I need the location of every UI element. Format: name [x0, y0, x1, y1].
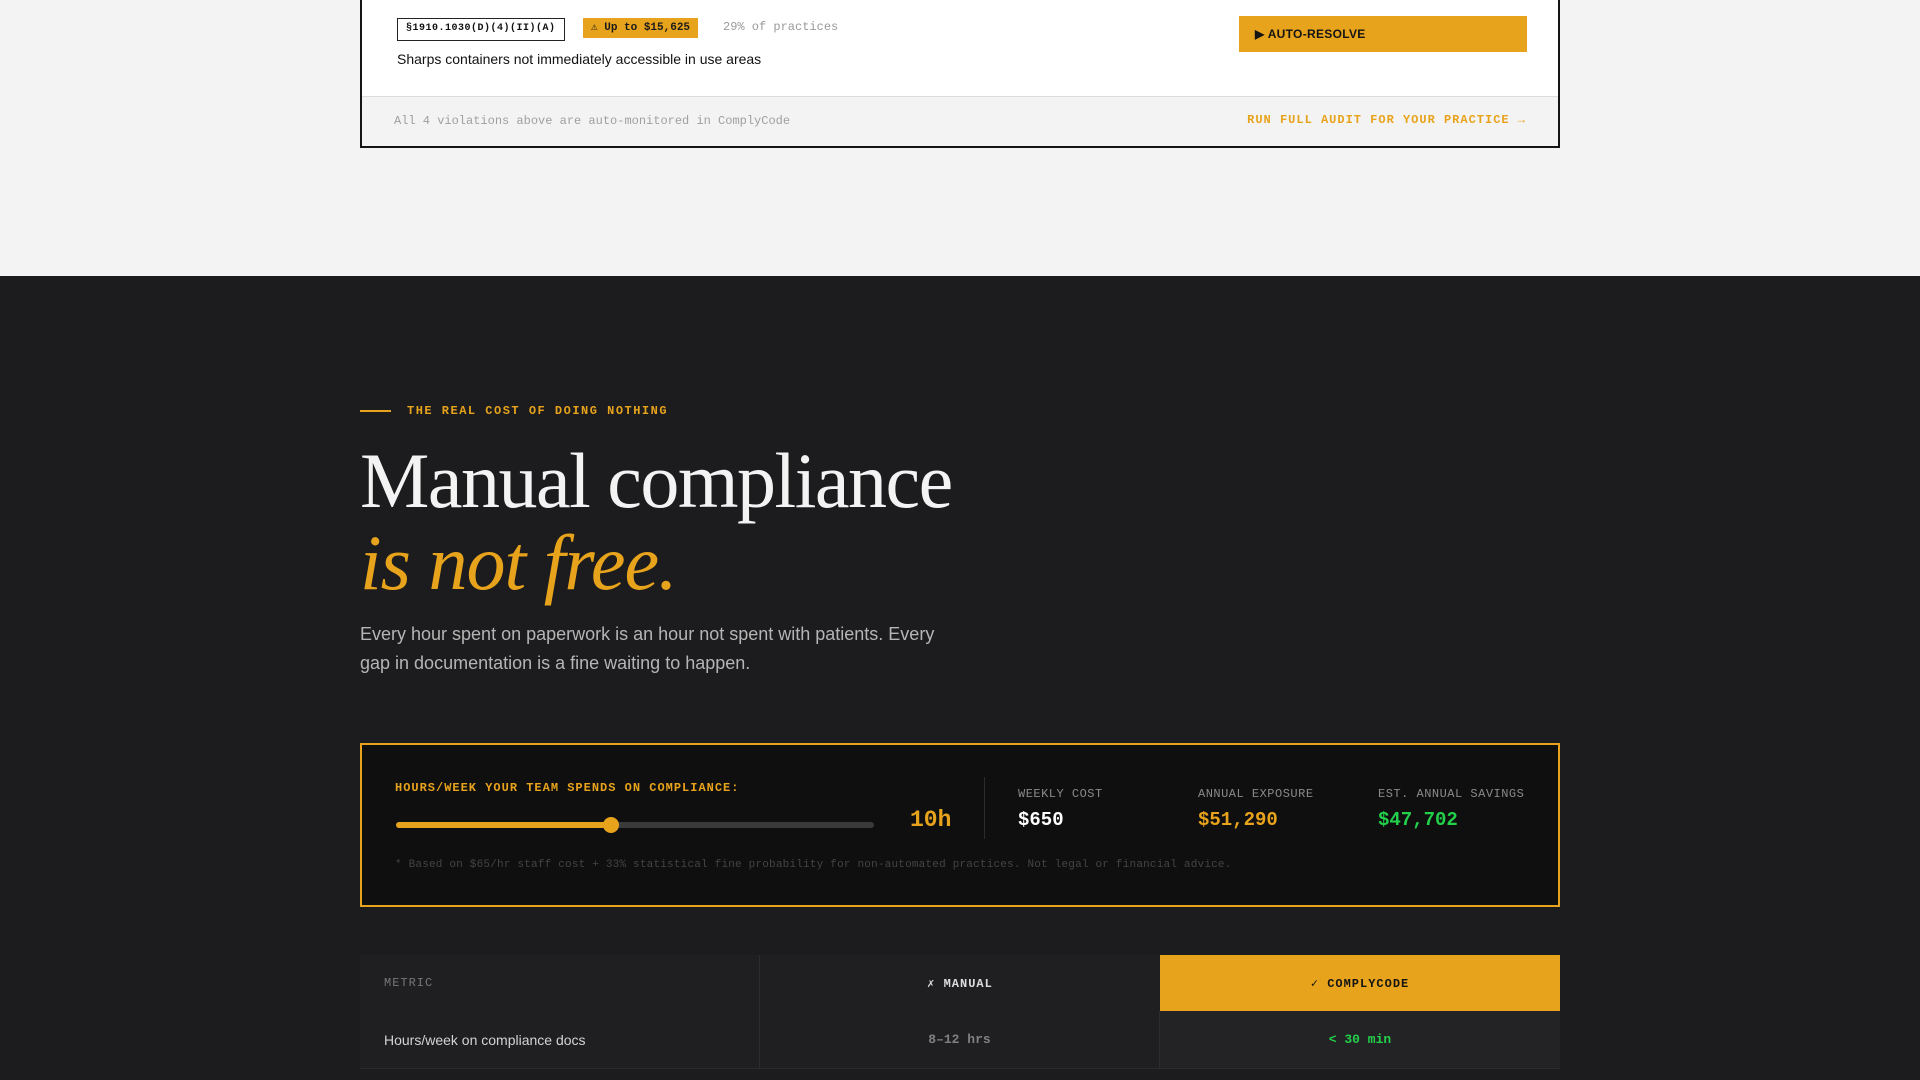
- hours-slider[interactable]: [396, 817, 874, 833]
- row-metric: Hours/week on compliance docs: [360, 1011, 760, 1068]
- eyebrow-divider: [360, 410, 391, 412]
- hours-value: 10h: [910, 807, 952, 833]
- hours-slider-label: HOURS/WEEK YOUR TEAM SPENDS ON COMPLIANC…: [395, 781, 740, 795]
- comparison-table: METRIC ✗ MANUAL ✓ COMPLYCODE Hours/week …: [360, 955, 1560, 1069]
- violation-description: Sharps containers not immediately access…: [397, 51, 762, 67]
- violations-section: §1910.1030(D)(4)(II)(A) ⚠ Up to $15,625 …: [0, 0, 1920, 276]
- calculator-divider: [984, 777, 985, 839]
- slider-fill: [396, 822, 612, 828]
- violations-footer: All 4 violations above are auto-monitore…: [362, 96, 1558, 146]
- section-eyebrow: THE REAL COST OF DOING NOTHING: [360, 404, 668, 418]
- weekly-cost-value: $650: [1018, 809, 1064, 831]
- row-manual-value: 8–12 hrs: [760, 1011, 1160, 1068]
- weekly-cost-label: WEEKLY COST: [1018, 787, 1103, 801]
- fine-badge: ⚠ Up to $15,625: [583, 18, 699, 38]
- annual-savings-stat: EST. ANNUAL SAVINGS $47,702: [1378, 787, 1524, 831]
- header-manual: ✗ MANUAL: [760, 955, 1160, 1011]
- annual-exposure-value: $51,290: [1198, 809, 1278, 831]
- header-metric: METRIC: [360, 955, 760, 1011]
- weekly-cost-stat: WEEKLY COST $650: [1018, 787, 1103, 831]
- auto-resolve-button[interactable]: ▶ AUTO-RESOLVE: [1239, 16, 1527, 52]
- calculator-footnote: * Based on $65/hr staff cost + 33% stati…: [395, 859, 1232, 871]
- annual-savings-label: EST. ANNUAL SAVINGS: [1378, 787, 1525, 801]
- auto-monitored-note: All 4 violations above are auto-monitore…: [394, 114, 791, 128]
- table-header: METRIC ✗ MANUAL ✓ COMPLYCODE: [360, 955, 1560, 1011]
- slider-handle[interactable]: [603, 817, 620, 833]
- eyebrow-text: THE REAL COST OF DOING NOTHING: [407, 404, 669, 418]
- violation-row: §1910.1030(D)(4)(II)(A) ⚠ Up to $15,625 …: [362, 0, 1558, 98]
- annual-exposure-stat: ANNUAL EXPOSURE $51,290: [1198, 787, 1314, 831]
- prevalence-text: 29% of practices: [723, 20, 839, 34]
- table-row: Hours/week on compliance docs 8–12 hrs <…: [360, 1011, 1560, 1069]
- header-complycode: ✓ COMPLYCODE: [1160, 955, 1560, 1011]
- section-subhead: Every hour spent on paperwork is an hour…: [360, 624, 935, 673]
- violations-card: §1910.1030(D)(4)(II)(A) ⚠ Up to $15,625 …: [360, 0, 1560, 148]
- run-full-audit-link[interactable]: RUN FULL AUDIT FOR YOUR PRACTICE →: [1247, 113, 1526, 127]
- headline-accent: is not free.: [360, 519, 678, 606]
- page-headline: Manual compliance is not free.: [360, 437, 953, 606]
- regulation-code-tag: §1910.1030(D)(4)(II)(A): [397, 18, 565, 41]
- row-complycode-value: < 30 min: [1160, 1011, 1560, 1068]
- annual-savings-value: $47,702: [1378, 809, 1458, 831]
- cost-calculator: HOURS/WEEK YOUR TEAM SPENDS ON COMPLIANC…: [360, 743, 1560, 907]
- headline-main: Manual compliance: [360, 437, 953, 524]
- annual-exposure-label: ANNUAL EXPOSURE: [1198, 787, 1314, 801]
